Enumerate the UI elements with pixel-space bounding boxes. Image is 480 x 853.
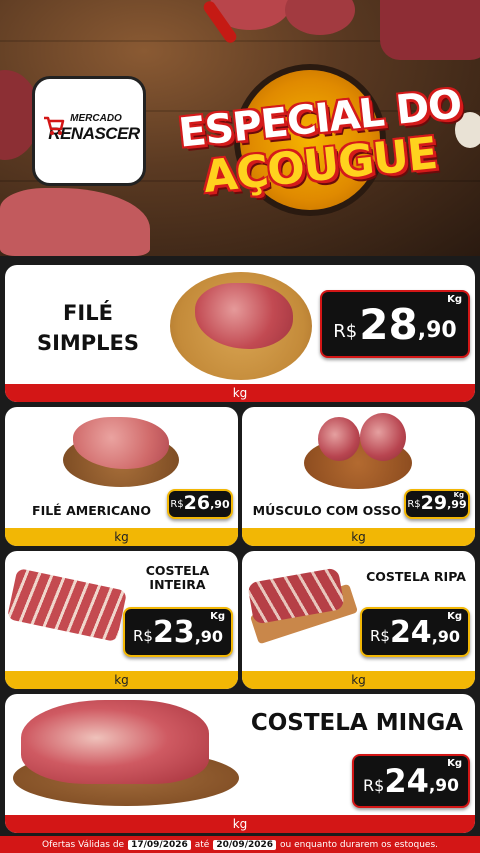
price-decimal: ,90 [428, 776, 459, 796]
price-decimal: ,90 [417, 318, 457, 343]
product-name: COSTELA RIPA [366, 569, 466, 584]
store-logo: MERCADO RENASCER [32, 76, 146, 186]
meat-decoration [380, 0, 480, 60]
price-integer: 24 [384, 762, 429, 800]
meat-image [21, 700, 209, 784]
price-tag: Kg R$ 24 ,90 [360, 607, 470, 657]
currency-symbol: R$ [132, 627, 153, 645]
validity-prefix: Ofertas Válidas de [42, 839, 125, 850]
ribs-image [6, 567, 128, 643]
price-decimal: ,90 [431, 627, 461, 646]
product-card-costela-ripa[interactable]: COSTELA RIPA Kg R$ 24 ,90 kg [242, 551, 475, 689]
price-integer: 23 [152, 615, 195, 650]
product-name: COSTELA MINGA [250, 710, 464, 736]
product-card-musculo-com-osso[interactable]: MÚSCULO COM OSSO Kg R$ 29 ,99 kg [242, 407, 475, 546]
price-decimal: ,99 [447, 498, 467, 511]
validity-footer: Ofertas Válidas de 17/09/2026 até 20/09/… [0, 836, 480, 853]
validity-start-date: 17/09/2026 [128, 839, 191, 850]
validity-middle: até [194, 839, 210, 850]
price-tag: Kg R$ 28 ,90 [320, 290, 470, 358]
product-name-line2: INTEIRA [149, 577, 206, 592]
currency-symbol: R$ [333, 321, 358, 342]
price-unit: Kg [447, 294, 462, 305]
price-integer: 29 [420, 492, 448, 514]
price-tag: Kg R$ 24 ,90 [352, 754, 470, 808]
product-card-costela-minga[interactable]: COSTELA MINGA Kg R$ 24 ,90 kg [5, 694, 475, 833]
validity-suffix: ou enquanto durarem os estoques. [280, 839, 438, 850]
meat-image [360, 413, 406, 461]
price-tag: Kg R$ 29 ,99 [404, 489, 470, 519]
meat-decoration [0, 188, 150, 256]
unit-label: kg [5, 384, 475, 402]
unit-label: kg [242, 528, 475, 546]
meat-image [318, 417, 360, 461]
price-tag: Kg R$ 23 ,90 [123, 607, 233, 657]
shopping-cart-icon [44, 116, 65, 135]
product-card-file-simples[interactable]: FILÉ SIMPLES Kg R$ 28 ,90 kg [5, 265, 475, 402]
price-tag: R$ 26 ,90 [167, 489, 233, 519]
price-unit: Kg [447, 611, 462, 622]
price-integer: 28 [359, 300, 418, 349]
product-name: FILÉ AMERICANO [32, 503, 151, 518]
product-card-costela-inteira[interactable]: COSTELA INTEIRA Kg R$ 23 ,90 kg [5, 551, 238, 689]
unit-label: kg [242, 671, 475, 689]
product-card-file-americano[interactable]: FILÉ AMERICANO R$ 26 ,90 kg [5, 407, 238, 546]
product-name: MÚSCULO COM OSSO [252, 503, 402, 518]
price-unit: Kg [210, 611, 225, 622]
price-decimal: ,90 [194, 627, 224, 646]
price-integer: 26 [183, 492, 211, 514]
logo-text-small: MERCADO [70, 112, 122, 124]
unit-label: kg [5, 528, 238, 546]
price-integer: 24 [389, 615, 432, 650]
validity-end-date: 20/09/2026 [213, 839, 277, 850]
price-unit: Kg [447, 758, 462, 769]
product-name-line1: COSTELA [145, 563, 210, 578]
meat-decoration [285, 0, 355, 35]
unit-label: kg [5, 671, 238, 689]
currency-symbol: R$ [170, 499, 184, 510]
header-banner: MERCADO RENASCER ESPECIAL DO AÇOUGUE [0, 0, 480, 256]
price-unit: Kg [453, 491, 464, 499]
unit-label: kg [5, 815, 475, 833]
product-name: FILÉ SIMPLES [36, 301, 140, 355]
currency-symbol: R$ [407, 499, 421, 510]
currency-symbol: R$ [363, 776, 385, 795]
price-decimal: ,90 [210, 498, 230, 511]
currency-symbol: R$ [369, 627, 390, 645]
